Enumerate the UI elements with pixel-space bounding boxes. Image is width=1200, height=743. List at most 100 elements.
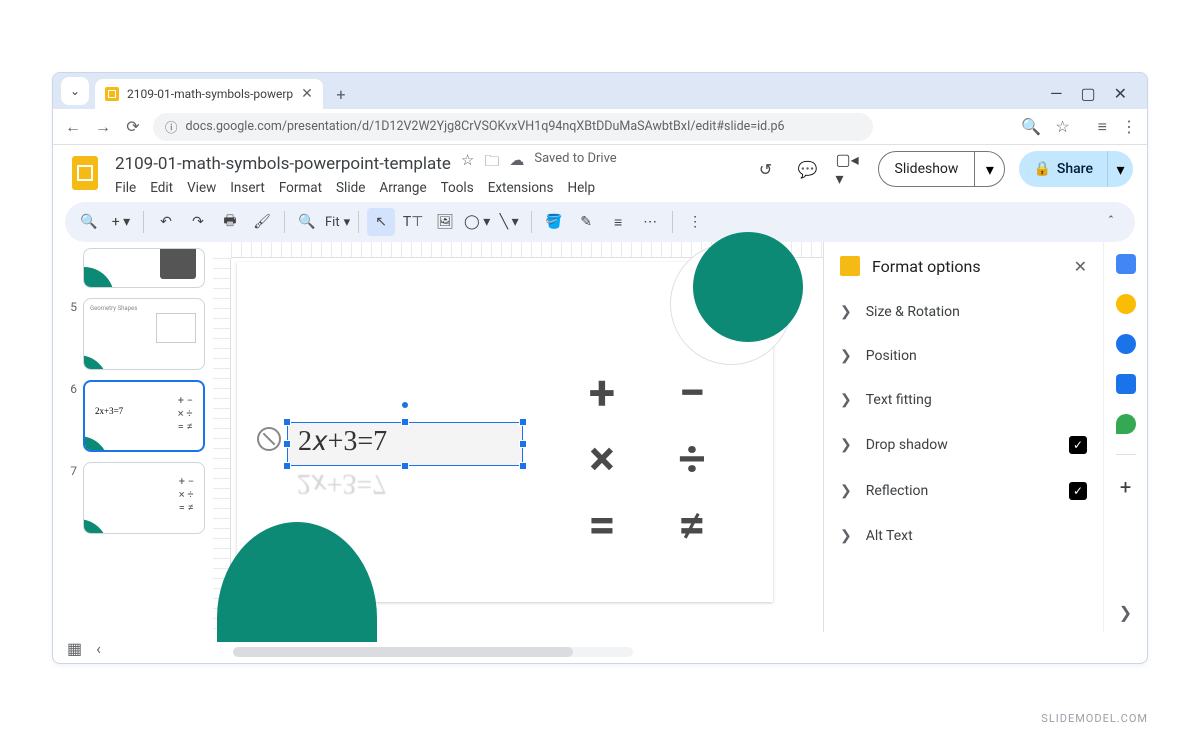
decorative-circle-top — [693, 232, 803, 342]
fp-position[interactable]: ❯ Position — [824, 334, 1103, 378]
calendar-icon[interactable] — [1116, 254, 1136, 274]
plus-symbol: + — [567, 362, 637, 422]
share-split-button: 🔒 Share ▾ — [1019, 151, 1133, 187]
scrollbar-thumb[interactable] — [233, 647, 573, 657]
close-panel-icon[interactable]: ✕ — [1074, 257, 1087, 276]
slide-thumb-4[interactable] — [83, 248, 205, 288]
selected-equation-object[interactable]: 2𝑥+3=7 — [287, 422, 523, 466]
menu-edit[interactable]: Edit — [150, 180, 173, 196]
chevron-right-icon: ❯ — [840, 392, 852, 408]
slides-logo-icon[interactable] — [67, 151, 103, 195]
menu-format[interactable]: Format — [279, 180, 322, 196]
paint-format-icon[interactable]: 🖌 — [248, 208, 276, 236]
fp-text-fitting[interactable]: ❯ Text fitting — [824, 378, 1103, 422]
grid-view-icon[interactable]: ▦ — [67, 639, 82, 658]
side-panel-rail: + ❯ — [1103, 242, 1147, 632]
menu-arrange[interactable]: Arrange — [379, 180, 426, 196]
history-icon[interactable]: ↺ — [752, 155, 780, 183]
forward-icon[interactable]: → — [93, 117, 113, 137]
slide-thumb-7[interactable]: + −× ÷= ≠ — [83, 462, 205, 534]
checkbox-checked-icon[interactable]: ✓ — [1069, 482, 1087, 500]
back-icon[interactable]: ← — [63, 117, 83, 137]
minimize-icon[interactable]: — — [1050, 84, 1063, 103]
slideshow-dropdown[interactable]: ▾ — [974, 152, 1004, 186]
shape-icon[interactable]: ◯ ▾ — [463, 208, 491, 236]
url-field[interactable]: ⓘ docs.google.com/presentation/d/1D12V2W… — [153, 113, 873, 141]
close-tab-icon[interactable]: ✕ — [301, 86, 313, 102]
toolbar: 🔍 + ▾ ↶ ↷ 🖶 🖌 🔍 Fit ▾ ↖ T⊤ 🖼 ◯ ▾ ╲ ▾ 🪣 ✎… — [65, 202, 1135, 242]
maximize-icon[interactable]: ▢ — [1080, 84, 1095, 103]
prev-slide-icon[interactable]: ‹ — [96, 639, 101, 658]
contacts-icon[interactable] — [1116, 374, 1136, 394]
url-text: docs.google.com/presentation/d/1D12V2W2Y… — [186, 119, 785, 134]
more-icon[interactable]: ⋮ — [681, 208, 709, 236]
not-equals-symbol: ≠ — [657, 494, 727, 554]
filmstrip: 5 Geometry Shapes 6 2x+3=7 + −× ÷= ≠ 7 — [53, 242, 213, 632]
slide-thumb-5[interactable]: Geometry Shapes — [83, 298, 205, 370]
browser-tab[interactable]: 2109-01-math-symbols-powerp ✕ — [95, 79, 323, 109]
tab-search-dropdown[interactable]: ⌄ — [61, 77, 89, 105]
slide-canvas[interactable]: 2𝑥+3=7 2𝑥+3=7 + − × ÷ = — [213, 242, 823, 632]
menu-view[interactable]: View — [187, 180, 216, 196]
fp-alt-text[interactable]: ❯ Alt Text — [824, 514, 1103, 558]
fill-color-icon[interactable]: 🪣 — [540, 208, 568, 236]
horizontal-scrollbar[interactable] — [233, 647, 633, 657]
fp-reflection[interactable]: ❯ Reflection ✓ — [824, 468, 1103, 514]
star-icon[interactable]: ☆ — [461, 151, 474, 176]
slide-content: 2𝑥+3=7 2𝑥+3=7 + − × ÷ = — [237, 262, 773, 602]
share-dropdown[interactable]: ▾ — [1107, 151, 1133, 187]
zoom-dropdown[interactable]: Fit ▾ — [325, 215, 350, 230]
checkbox-checked-icon[interactable]: ✓ — [1069, 436, 1087, 454]
document-title[interactable]: 2109-01-math-symbols-powerpoint-template — [115, 154, 451, 174]
comments-icon[interactable]: 💬 — [794, 155, 822, 183]
menu-insert[interactable]: Insert — [230, 180, 265, 196]
menu-slide[interactable]: Slide — [336, 180, 365, 196]
app-header: 2109-01-math-symbols-powerpoint-template… — [53, 145, 1147, 196]
print-icon[interactable]: 🖶 — [216, 208, 244, 236]
maps-icon[interactable] — [1116, 414, 1136, 434]
tasks-icon[interactable] — [1116, 334, 1136, 354]
reload-icon[interactable]: ⟳ — [123, 117, 143, 137]
chevron-right-icon: ❯ — [840, 348, 852, 364]
bookmark-icon[interactable]: ☆ — [1055, 117, 1069, 137]
minus-symbol: − — [657, 362, 727, 422]
meet-icon[interactable]: ▢◂ ▾ — [836, 155, 864, 183]
fp-drop-shadow[interactable]: ❯ Drop shadow ✓ — [824, 422, 1103, 468]
hide-side-panel-icon[interactable]: ❯ — [1119, 603, 1132, 622]
keep-icon[interactable] — [1116, 294, 1136, 314]
site-info-icon[interactable]: ⓘ — [165, 117, 178, 136]
equation-text: 2𝑥+3=7 — [288, 423, 522, 461]
close-window-icon[interactable]: ✕ — [1114, 84, 1127, 103]
fp-size-rotation[interactable]: ❯ Size & Rotation — [824, 290, 1103, 334]
move-icon[interactable]: 🗀 — [484, 151, 499, 176]
border-dash-icon[interactable]: ⋯ — [636, 208, 664, 236]
zoom-icon[interactable]: 🔍 — [1021, 117, 1041, 137]
textbox-icon[interactable]: T⊤ — [399, 208, 427, 236]
border-weight-icon[interactable]: ≡ — [604, 208, 632, 236]
menu-tools[interactable]: Tools — [441, 180, 474, 196]
image-icon[interactable]: 🖼 — [431, 208, 459, 236]
menu-extensions[interactable]: Extensions — [488, 180, 554, 196]
browser-menu-icon[interactable]: ⋮ — [1121, 117, 1137, 137]
extensions-icon[interactable]: ≡ — [1098, 117, 1107, 137]
select-tool-icon[interactable]: ↖ — [367, 208, 395, 236]
redo-icon[interactable]: ↷ — [184, 208, 212, 236]
format-options-icon — [840, 256, 860, 276]
border-color-icon[interactable]: ✎ — [572, 208, 600, 236]
new-tab-button[interactable]: + — [329, 82, 353, 106]
get-addons-icon[interactable]: + — [1120, 475, 1131, 499]
menu-help[interactable]: Help — [567, 180, 595, 196]
zoom-out-icon[interactable]: 🔍 — [293, 208, 321, 236]
slideshow-split-button: Slideshow ▾ — [878, 151, 1006, 187]
slide-thumb-6[interactable]: 2x+3=7 + −× ÷= ≠ — [83, 380, 205, 452]
new-slide-button[interactable]: + ▾ — [107, 208, 135, 236]
multiply-symbol: × — [567, 428, 637, 488]
share-button[interactable]: 🔒 Share — [1019, 151, 1107, 187]
slideshow-button[interactable]: Slideshow — [879, 152, 975, 186]
chevron-right-icon: ❯ — [840, 528, 852, 544]
menu-file[interactable]: File — [115, 180, 136, 196]
line-icon[interactable]: ╲ ▾ — [495, 208, 523, 236]
search-menus-icon[interactable]: 🔍 — [75, 208, 103, 236]
hide-menus-icon[interactable]: ˆ — [1097, 208, 1125, 236]
undo-icon[interactable]: ↶ — [152, 208, 180, 236]
